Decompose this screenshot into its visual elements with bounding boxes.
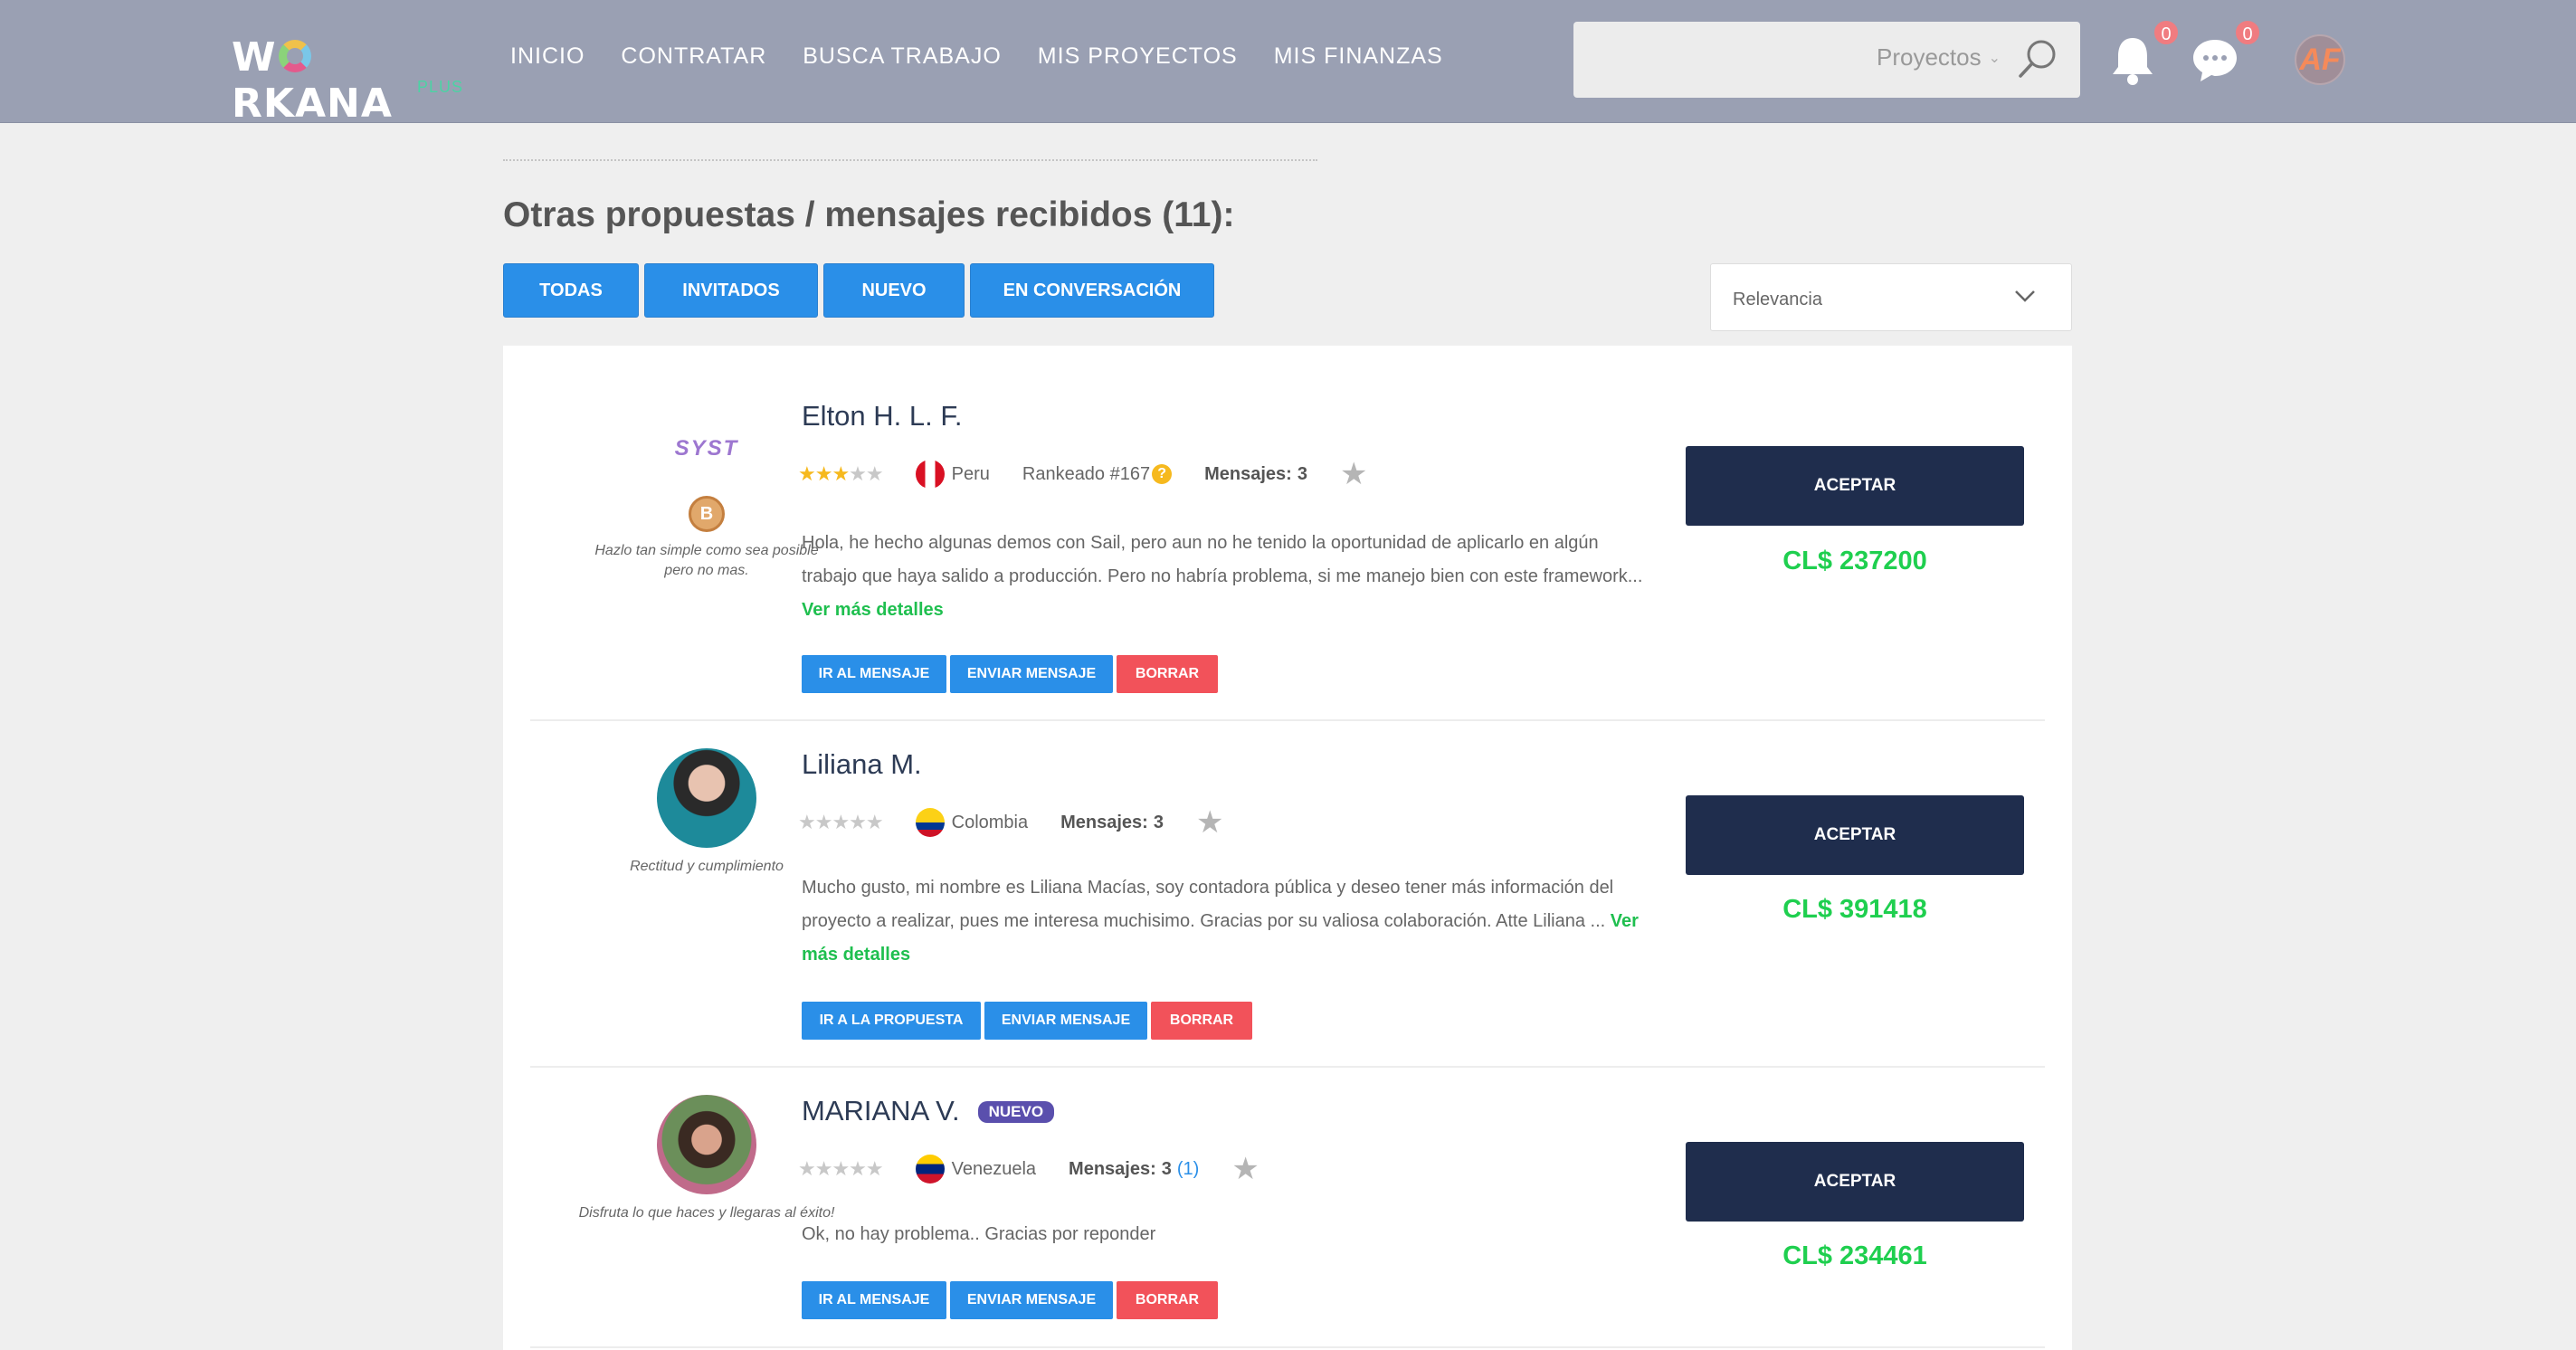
proposal-description: Hola, he hecho algunas demos con Sail, p… [802, 527, 1652, 627]
messages-count-badge: 0 [2234, 19, 2261, 46]
freelancer-meta: ★★★★★ Colombia Mensajes: 3 ★ [798, 804, 1223, 841]
card-divider [530, 1066, 2045, 1068]
accept-button[interactable]: ACEPTAR [1686, 446, 2024, 526]
country-label: Colombia [951, 812, 1029, 832]
messages-value: 3 [1161, 1158, 1172, 1179]
country: Colombia [915, 808, 1029, 837]
proposal-actions: IR AL MENSAJE ENVIAR MENSAJE BORRAR [802, 655, 1221, 693]
messages-count: Mensajes: 3 [1060, 813, 1164, 833]
search-scope-label: Proyectos [1876, 43, 1982, 71]
chevron-down-icon [2015, 290, 2035, 302]
bell-icon[interactable] [2108, 33, 2157, 87]
see-more-link[interactable]: Ver más detalles [802, 600, 944, 620]
send-message-button[interactable]: ENVIAR MENSAJE [950, 1281, 1113, 1319]
chat-bubble-icon[interactable] [2190, 34, 2240, 85]
nav-mis-finanzas[interactable]: MIS FINANZAS [1274, 43, 1443, 70]
proposal-actions: IR A LA PROPUESTA ENVIAR MENSAJE BORRAR [802, 1002, 1256, 1040]
messages-value: 3 [1153, 812, 1164, 832]
accept-button[interactable]: ACEPTAR [1686, 795, 2024, 875]
search-icon[interactable] [2015, 36, 2060, 81]
messages-count: Mensajes: 3 [1204, 464, 1307, 485]
description-text: Mucho gusto, mi nombre es Liliana Macías… [802, 878, 1614, 931]
messages-value: 3 [1297, 463, 1307, 484]
card-divider [530, 719, 2045, 721]
user-avatar[interactable]: AF [2295, 34, 2345, 85]
delete-button[interactable]: BORRAR [1117, 655, 1218, 693]
freelancer-name[interactable]: Liliana M. [802, 748, 922, 781]
freelancer-meta: ★★★★★ Peru Rankeado #167? Mensajes: 3 ★ [798, 456, 1367, 492]
logo-plus-label: PLUS [416, 78, 463, 96]
freelancer-avatar[interactable] [657, 748, 756, 848]
filter-en-conversacion[interactable]: EN CONVERSACIÓN [970, 263, 1214, 318]
ranking-label: Rankeado #167 [1022, 463, 1151, 484]
notifications-count-badge: 0 [2153, 19, 2180, 46]
nav-inicio[interactable]: INICIO [510, 43, 585, 70]
proposal-price: CL$ 391418 [1782, 895, 1927, 924]
peru-flag-icon [915, 460, 945, 489]
venezuela-flag-icon [915, 1155, 945, 1184]
top-navbar: WRKANA PLUS INICIO CONTRATAR BUSCA TRABA… [0, 0, 2576, 127]
country-label: Peru [951, 463, 990, 484]
level-medal-icon: B [689, 496, 725, 532]
go-to-message-button[interactable]: IR AL MENSAJE [802, 655, 946, 693]
country-label: Venezuela [951, 1158, 1037, 1179]
unread-count[interactable]: (1) [1177, 1159, 1199, 1180]
country: Venezuela [915, 1155, 1037, 1184]
filter-tabs: TODAS INVITADOS NUEVO EN CONVERSACIÓN [503, 263, 1220, 318]
freelancer-name[interactable]: Elton H. L. F. [802, 400, 962, 433]
freelancer-avatar[interactable] [657, 1095, 756, 1194]
filter-nuevo[interactable]: NUEVO [823, 263, 965, 318]
send-message-button[interactable]: ENVIAR MENSAJE [984, 1002, 1147, 1040]
delete-button[interactable]: BORRAR [1117, 1281, 1218, 1319]
medal-label: B [699, 504, 714, 524]
proposal-description: Ok, no hay problema.. Gracias por repond… [802, 1218, 1652, 1251]
rating-stars: ★★★★★ [798, 811, 884, 833]
chevron-down-icon: ⌄ [1988, 51, 2001, 66]
nav-busca-trabajo[interactable]: BUSCA TRABAJO [803, 43, 1002, 70]
proposal-description: Mucho gusto, mi nombre es Liliana Macías… [802, 871, 1652, 972]
sort-select[interactable]: Relevancia [1710, 263, 2072, 331]
user-initials: AF [2299, 43, 2341, 77]
rating-stars: ★★★★★ [798, 1157, 884, 1180]
ranking: Rankeado #167? [1022, 463, 1173, 485]
filter-todas[interactable]: TODAS [503, 263, 639, 318]
sort-selected-label: Relevancia [1733, 290, 1822, 309]
send-message-button[interactable]: ENVIAR MENSAJE [950, 655, 1113, 693]
filter-invitados[interactable]: INVITADOS [644, 263, 818, 318]
messages-label: Mensajes: [1069, 1158, 1156, 1179]
search-input[interactable]: Proyectos ⌄ [1573, 22, 2080, 98]
messages-label: Mensajes: [1060, 812, 1148, 832]
go-to-proposal-button[interactable]: IR A LA PROPUESTA [802, 1002, 981, 1040]
search-scope-dropdown[interactable]: Proyectos ⌄ [1877, 43, 2001, 71]
workana-logo[interactable]: WRKANA PLUS [232, 34, 467, 127]
messages-count: Mensajes: 3 (1) [1069, 1159, 1199, 1180]
nav-contratar[interactable]: CONTRATAR [621, 43, 766, 70]
card-divider [530, 1346, 2045, 1348]
colombia-flag-icon [915, 808, 945, 837]
freelancer-name: MARIANA V. NUEVO [802, 1095, 1055, 1127]
accept-button[interactable]: ACEPTAR [1686, 1142, 2024, 1222]
rating-stars: ★★★★★ [798, 462, 884, 485]
delete-button[interactable]: BORRAR [1151, 1002, 1252, 1040]
favorite-star-icon[interactable]: ★ [1196, 804, 1223, 841]
proposal-price: CL$ 237200 [1782, 547, 1927, 575]
country: Peru [915, 460, 990, 489]
go-to-message-button[interactable]: IR AL MENSAJE [802, 1281, 946, 1319]
main-nav: INICIO CONTRATAR BUSCA TRABAJO MIS PROYE… [510, 43, 1479, 70]
breadcrumb-faint [503, 159, 1317, 163]
favorite-star-icon[interactable]: ★ [1231, 1151, 1259, 1187]
messages-label: Mensajes: [1204, 463, 1292, 484]
proposals-panel: SYST B Hazlo tan simple como sea posible… [503, 346, 2072, 1350]
proposal-actions: IR AL MENSAJE ENVIAR MENSAJE BORRAR [802, 1281, 1221, 1319]
new-badge: NUEVO [977, 1101, 1055, 1123]
description-text: Ok, no hay problema.. Gracias por repond… [802, 1224, 1156, 1244]
freelancer-meta: ★★★★★ Venezuela Mensajes: 3 (1) ★ [798, 1151, 1259, 1187]
nav-mis-proyectos[interactable]: MIS PROYECTOS [1038, 43, 1238, 70]
description-text: Hola, he hecho algunas demos con Sail, p… [802, 533, 1643, 586]
help-icon[interactable]: ? [1152, 464, 1173, 484]
page-title: Otras propuestas / mensajes recibidos (1… [503, 195, 1235, 234]
favorite-star-icon[interactable]: ★ [1340, 456, 1367, 492]
freelancer-name-text[interactable]: MARIANA V. [802, 1095, 960, 1127]
proposal-price: CL$ 234461 [1782, 1241, 1927, 1270]
